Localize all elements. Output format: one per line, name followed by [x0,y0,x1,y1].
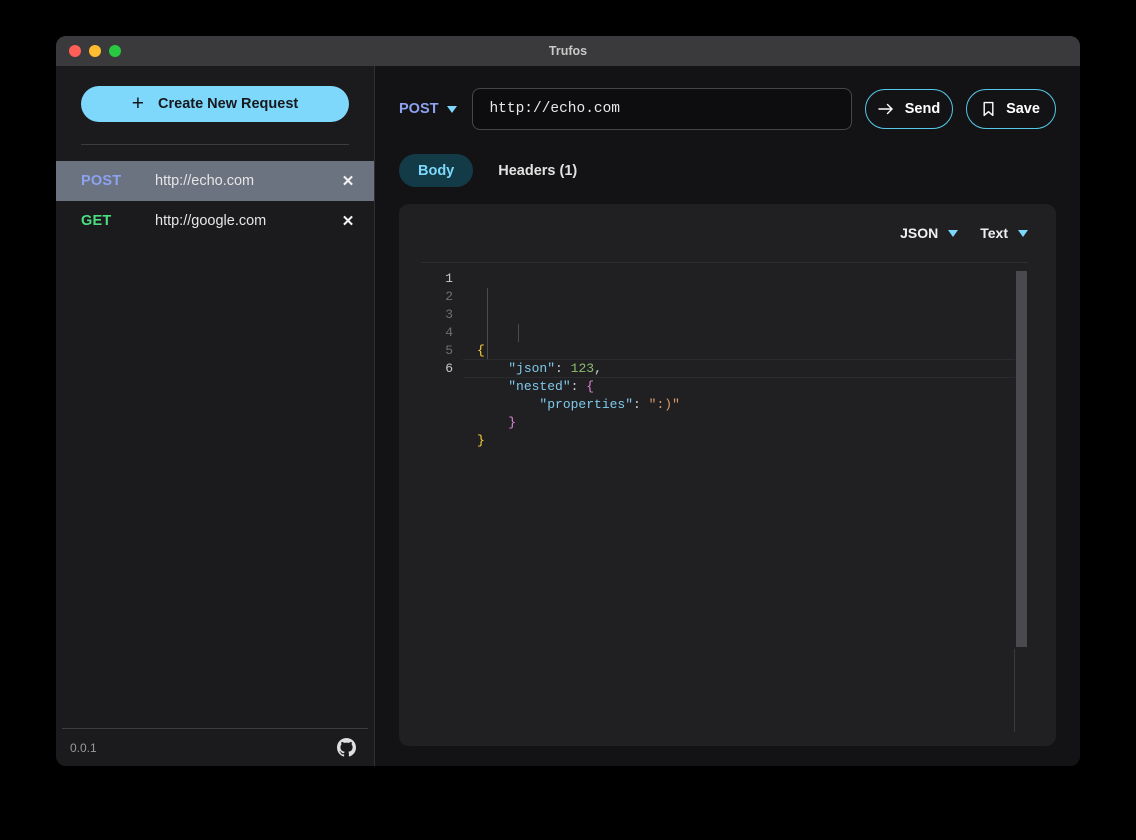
code-line: } [508,415,517,430]
sidebar-footer: 0.0.1 [62,728,368,766]
list-item[interactable]: POST http://echo.com ✕ [56,161,374,201]
scrollbar-thumb[interactable] [1016,271,1027,647]
url-input[interactable] [472,88,852,130]
line-number-gutter: 1 2 3 4 5 6 [421,270,463,746]
window-body: + Create New Request POST http://echo.co… [56,66,1080,766]
code-line: "nested": { [508,379,595,394]
close-icon[interactable]: ✕ [338,174,358,189]
url-bar: POST Send [399,88,1056,130]
code-content[interactable]: { "json": 123, "nested": { "properties":… [463,270,1028,746]
sidebar-divider [81,144,349,145]
tab-body[interactable]: Body [399,154,474,187]
traffic-lights [56,45,121,57]
arrow-right-icon [878,102,894,116]
body-view-select[interactable]: Text [980,225,1028,241]
line-number: 3 [445,307,453,322]
main-panel: POST Send [375,66,1080,766]
send-button[interactable]: Send [865,89,953,129]
chevron-down-icon [447,105,458,113]
tab-bar: Body Headers (1) [399,154,1056,187]
request-url-label: http://google.com [155,213,267,229]
minimize-window-button[interactable] [89,45,101,57]
close-icon[interactable]: ✕ [338,214,358,229]
create-new-request-label: Create New Request [158,96,299,112]
indent-guide [518,324,519,342]
window-title: Trufos [548,44,588,58]
editor-edge-line [1014,649,1015,732]
line-number: 6 [445,361,453,376]
save-button[interactable]: Save [966,89,1056,129]
window-titlebar: Trufos [56,36,1080,66]
body-format-select[interactable]: JSON [900,225,959,241]
list-item[interactable]: GET http://google.com ✕ [56,201,374,241]
http-method-label: POST [399,101,439,117]
body-view-value: Text [980,225,1008,241]
tab-headers[interactable]: Headers (1) [479,154,596,187]
code-line: "json": 123, [508,361,602,376]
chevron-down-icon [948,229,959,237]
sidebar: + Create New Request POST http://echo.co… [56,66,375,766]
send-button-label: Send [904,101,941,117]
bookmark-icon [982,101,995,117]
plus-icon: + [131,91,145,115]
app-version-label: 0.0.1 [70,740,97,755]
request-method-badge: POST [81,173,122,189]
request-body-editor-card: JSON Text 1 2 3 4 5 6 {"json": 123, "ne… [399,204,1056,746]
sidebar-header: + Create New Request [56,66,374,122]
code-line: { [477,343,485,358]
code-line: "properties": ":)" [539,397,680,412]
editor-vertical-scrollbar[interactable] [1015,263,1028,746]
line-number: 5 [445,343,453,358]
chevron-down-icon [1018,229,1028,237]
line-number: 2 [445,289,453,304]
code-line: } [477,433,485,448]
create-new-request-button[interactable]: + Create New Request [81,86,349,122]
save-button-label: Save [1006,101,1040,117]
request-method-badge: GET [81,213,112,229]
app-window: Trufos + Create New Request POST http://… [56,36,1080,766]
line-number: 4 [445,325,453,340]
code-editor-surface[interactable]: 1 2 3 4 5 6 { "json": 123, "nested": { "… [421,262,1028,746]
request-list: POST http://echo.com ✕ GET http://google… [56,161,374,728]
request-url-label: http://echo.com [155,173,255,189]
indent-guide [487,288,488,360]
code-area[interactable]: 1 2 3 4 5 6 { "json": 123, "nested": { "… [421,263,1028,746]
line-number: 1 [445,271,453,286]
editor-toolbar: JSON Text [399,204,1056,262]
body-format-value: JSON [900,225,939,241]
close-window-button[interactable] [69,45,81,57]
maximize-window-button[interactable] [109,45,121,57]
github-icon[interactable] [337,738,356,757]
http-method-selector[interactable]: POST [399,101,459,117]
